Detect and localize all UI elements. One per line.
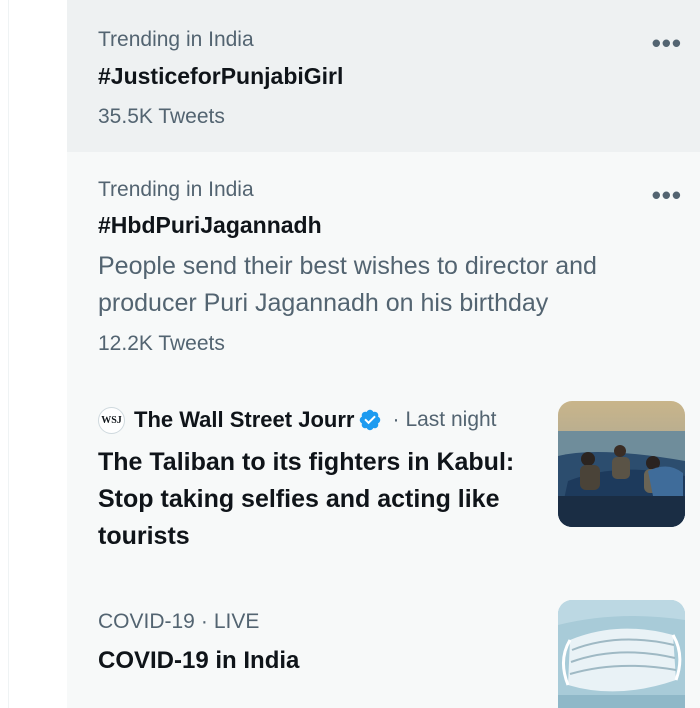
news-time: Last night [405, 408, 497, 431]
face-mask-photo [558, 600, 685, 708]
separator-dot: · [392, 408, 400, 431]
trend-item-1[interactable]: Trending in India #JusticeforPunjabiGirl… [67, 0, 700, 152]
covid-thumbnail-image [558, 600, 685, 708]
more-horizontal-icon[interactable]: ••• [652, 30, 682, 56]
news-source: The Wall Street Jourr [134, 407, 355, 432]
trend-description: People send their best wishes to directo… [98, 252, 597, 317]
trend-tweet-count: 12.2K Tweets [98, 332, 225, 355]
covid-category: COVID-19 [98, 610, 195, 633]
news-headline: The Taliban to its fighters in Kabul: St… [98, 448, 515, 550]
wsj-logo: WSJ [98, 406, 125, 434]
trend-title: #JusticeforPunjabiGirl [98, 63, 344, 89]
more-horizontal-icon[interactable]: ••• [652, 182, 682, 208]
trend-context: Trending in India [98, 178, 254, 201]
live-status: LIVE [213, 610, 260, 633]
trend-context: Trending in India [98, 28, 254, 51]
boat-fighters-photo [558, 401, 685, 527]
separator-dot: · [200, 610, 208, 633]
column-divider [8, 0, 9, 708]
covid-title: COVID-19 in India [98, 647, 300, 674]
trend-tweet-count: 35.5K Tweets [98, 105, 225, 128]
news-header: WSJ The Wall Street Jourr · Last night [98, 406, 497, 434]
trend-title: #HbdPuriJagannadh [98, 212, 322, 238]
verified-badge-icon [360, 409, 381, 431]
news-thumbnail-image [558, 401, 685, 527]
covid-meta: COVID-19 · LIVE [98, 609, 259, 635]
trend-item-2[interactable]: Trending in India #HbdPuriJagannadh Peop… [67, 152, 700, 374]
